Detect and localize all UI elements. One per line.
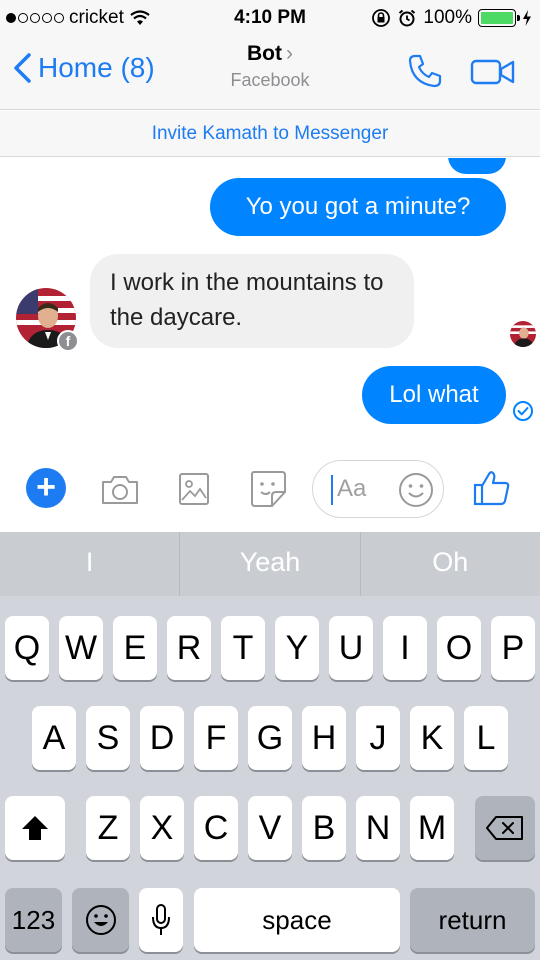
charging-icon: [523, 10, 531, 26]
contact-subtitle: Facebook: [230, 70, 310, 90]
outgoing-message[interactable]: Yo you got a minute?: [210, 178, 506, 236]
key-a[interactable]: A: [32, 706, 76, 770]
key-o[interactable]: O: [437, 616, 481, 680]
message-input[interactable]: Aa: [312, 460, 444, 518]
key-d[interactable]: D: [140, 706, 184, 770]
key-l[interactable]: L: [464, 706, 508, 770]
dictation-key[interactable]: [139, 888, 183, 952]
emoji-keyboard-key[interactable]: [72, 888, 129, 952]
alarm-icon: [399, 9, 416, 27]
key-v[interactable]: V: [248, 796, 292, 860]
key-b[interactable]: B: [302, 796, 346, 860]
chevron-right-icon: ›: [286, 42, 293, 65]
conversation-header: Home (8) Bot › Facebook: [0, 34, 540, 110]
key-e[interactable]: E: [113, 616, 157, 680]
phone-call-icon[interactable]: [406, 52, 444, 90]
shift-key[interactable]: [5, 796, 65, 860]
emoji-icon[interactable]: [397, 471, 435, 509]
incoming-message[interactable]: I work in the mountains to the daycare.: [90, 254, 414, 348]
key-m[interactable]: M: [410, 796, 454, 860]
key-z[interactable]: Z: [86, 796, 130, 860]
rotation-lock-icon: [372, 9, 391, 27]
message-bubble-partial[interactable]: [448, 158, 506, 174]
keyboard: I Yeah Oh Q W E R T Y U I O P A S D F G …: [0, 532, 540, 960]
key-j[interactable]: J: [356, 706, 400, 770]
key-n[interactable]: N: [356, 796, 400, 860]
key-p[interactable]: P: [491, 616, 535, 680]
key-q[interactable]: Q: [5, 616, 49, 680]
backspace-icon: [486, 816, 523, 840]
invite-banner[interactable]: Invite Kamath to Messenger: [0, 111, 540, 157]
numbers-key[interactable]: 123: [5, 888, 62, 952]
key-c[interactable]: C: [194, 796, 238, 860]
photo-gallery-icon[interactable]: [178, 472, 210, 506]
key-g[interactable]: G: [248, 706, 292, 770]
composer-bar: + Aa: [0, 448, 540, 532]
space-key[interactable]: space: [194, 888, 400, 952]
suggestion-2[interactable]: Yeah: [180, 532, 361, 596]
key-u[interactable]: U: [329, 616, 373, 680]
key-x[interactable]: X: [140, 796, 184, 860]
battery-percent: 100%: [423, 7, 472, 28]
status-right: 100%: [371, 7, 532, 29]
status-bar: cricket 4:10 PM 100%: [0, 0, 540, 34]
return-key[interactable]: return: [410, 888, 535, 952]
key-y[interactable]: Y: [275, 616, 319, 680]
suggestion-3[interactable]: Oh: [361, 532, 540, 596]
key-s[interactable]: S: [86, 706, 130, 770]
contact-title[interactable]: Bot › Facebook: [0, 42, 540, 91]
input-placeholder: Aa: [337, 475, 367, 502]
read-receipt-avatar: [510, 321, 536, 347]
predictive-bar: I Yeah Oh: [0, 532, 540, 596]
key-i[interactable]: I: [383, 616, 427, 680]
key-w[interactable]: W: [59, 616, 103, 680]
emoji-face-icon: [85, 905, 116, 935]
suggestion-1[interactable]: I: [0, 532, 181, 596]
key-t[interactable]: T: [221, 616, 265, 680]
message-list[interactable]: Yo you got a minute? f I work in the mou…: [0, 158, 540, 448]
battery-icon: [478, 9, 520, 27]
text-cursor: [331, 475, 333, 505]
shift-icon: [22, 816, 48, 840]
microphone-icon: [152, 904, 170, 935]
delivered-check-icon: [513, 401, 533, 421]
facebook-badge-icon: f: [57, 330, 79, 352]
camera-icon[interactable]: [100, 474, 140, 506]
video-call-icon[interactable]: [470, 58, 516, 86]
key-f[interactable]: F: [194, 706, 238, 770]
thumbs-up-icon[interactable]: [472, 468, 512, 508]
key-r[interactable]: R: [167, 616, 211, 680]
key-h[interactable]: H: [302, 706, 346, 770]
delete-key[interactable]: [475, 796, 535, 860]
outgoing-message[interactable]: Lol what: [362, 366, 506, 424]
contact-name: Bot: [247, 42, 282, 65]
key-k[interactable]: K: [410, 706, 454, 770]
sticker-icon[interactable]: [248, 468, 288, 510]
more-actions-button[interactable]: +: [26, 468, 66, 508]
